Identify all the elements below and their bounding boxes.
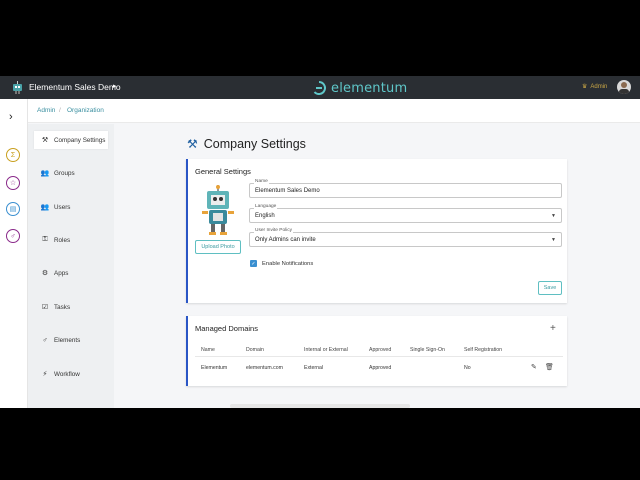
tools-icon: ⚒ bbox=[41, 137, 49, 144]
name-field[interactable]: Name Elementum Sales Demo bbox=[249, 179, 562, 198]
users-icon: 👥 bbox=[40, 204, 50, 211]
user-avatar-icon bbox=[619, 82, 629, 94]
table-cell: Elementum bbox=[201, 365, 228, 371]
breadcrumb-admin[interactable]: Admin bbox=[37, 107, 55, 114]
breadcrumb-separator: / bbox=[59, 107, 61, 114]
column-header: Single Sign-On bbox=[410, 347, 445, 353]
delete-trash-icon[interactable]: 🗑 bbox=[545, 363, 554, 371]
table-cell: No bbox=[464, 365, 471, 371]
column-header: Self Registration bbox=[464, 347, 503, 353]
elements-icon: ♂ bbox=[42, 336, 48, 344]
edit-pencil-icon[interactable]: ✎ bbox=[531, 363, 537, 371]
invite-policy-select[interactable]: User Invite Policy Only Admins can invit… bbox=[249, 228, 562, 247]
bottom-scroll-shadow bbox=[230, 404, 410, 408]
nav-item-users[interactable]: 👥 Users bbox=[34, 198, 108, 216]
language-select-label: Language bbox=[254, 204, 278, 209]
general-settings-title: General Settings bbox=[195, 167, 251, 176]
page-title-text: Company Settings bbox=[203, 137, 306, 151]
notifications-checkbox[interactable]: ✓ bbox=[250, 260, 257, 267]
nav-item-tasks[interactable]: ☑ Tasks bbox=[34, 298, 108, 316]
nav-item-roles[interactable]: ⚿ Roles bbox=[34, 231, 108, 249]
brand-logo: elementum bbox=[312, 80, 407, 96]
notifications-toggle-row: ✓ Enable Notifications bbox=[250, 260, 313, 267]
nav-item-label: Elements bbox=[54, 336, 81, 344]
nav-item-groups[interactable]: 👥 Groups bbox=[34, 164, 108, 182]
invite-policy-value: Only Admins can invite bbox=[255, 237, 316, 243]
nav-item-elements[interactable]: ♂ Elements bbox=[34, 331, 108, 349]
general-settings-card: General Settings Upload Photo Name Eleme… bbox=[186, 159, 567, 303]
left-rail: › Σ ☆ ▤ ♂ bbox=[0, 99, 28, 408]
language-select[interactable]: Language English ▼ bbox=[249, 204, 562, 223]
expand-chevron-icon[interactable]: › bbox=[9, 111, 13, 123]
app-switcher-caret-icon[interactable]: ▸ bbox=[113, 82, 117, 90]
name-field-label: Name bbox=[254, 179, 269, 184]
nav-item-label: Roles bbox=[54, 236, 71, 244]
dropdown-caret-icon: ▼ bbox=[551, 213, 556, 219]
column-header: Name bbox=[201, 347, 215, 353]
nav-item-company-settings[interactable]: ⚒ Company Settings bbox=[34, 131, 108, 149]
brand-name: elementum bbox=[331, 80, 408, 96]
upload-photo-button[interactable]: Upload Photo bbox=[195, 240, 241, 254]
nav-item-label: Apps bbox=[54, 269, 69, 277]
groups-icon: 👥 bbox=[40, 170, 50, 177]
rail-document-icon[interactable]: ▤ bbox=[6, 202, 20, 216]
column-header: Domain bbox=[246, 347, 264, 353]
rail-admin-icon[interactable]: Σ bbox=[6, 148, 20, 162]
nav-item-label: Tasks bbox=[54, 303, 71, 311]
breadcrumb-organization[interactable]: Organization bbox=[67, 107, 104, 114]
tasks-icon: ☑ bbox=[41, 304, 49, 311]
avatar[interactable] bbox=[617, 80, 631, 94]
column-header: Approved bbox=[369, 347, 392, 353]
invite-policy-label: User Invite Policy bbox=[254, 228, 294, 233]
top-bar: Elementum Sales Demo ▸ elementum ♛ Admin bbox=[0, 76, 640, 99]
managed-domains-card: Managed Domains + Name Domain Internal o… bbox=[186, 316, 567, 386]
tools-icon: ⚒ bbox=[187, 137, 198, 151]
add-domain-icon[interactable]: + bbox=[550, 323, 556, 334]
notifications-label: Enable Notifications bbox=[262, 260, 314, 267]
table-cell: elementum.com bbox=[246, 365, 283, 371]
roles-icon: ⚿ bbox=[42, 236, 48, 243]
elementum-logo-icon bbox=[313, 81, 326, 95]
nav-item-label: Groups bbox=[54, 169, 75, 177]
company-robot-logo bbox=[202, 185, 234, 235]
app-window: Elementum Sales Demo ▸ elementum ♛ Admin… bbox=[0, 76, 640, 408]
page-title: ⚒ Company Settings bbox=[187, 137, 306, 151]
nav-item-label: Workflow bbox=[54, 370, 80, 378]
rail-star-icon[interactable]: ☆ bbox=[6, 176, 20, 190]
apps-icon: ⚙ bbox=[41, 270, 49, 277]
app-robot-icon bbox=[13, 81, 22, 94]
managed-domains-title: Managed Domains bbox=[195, 324, 258, 333]
nav-item-workflow[interactable]: ⚡ Workflow bbox=[34, 365, 108, 383]
nav-item-apps[interactable]: ⚙ Apps bbox=[34, 264, 108, 282]
nav-item-label: Users bbox=[54, 203, 71, 211]
rail-element-icon[interactable]: ♂ bbox=[6, 229, 20, 243]
save-button[interactable]: Save bbox=[538, 281, 562, 295]
dropdown-caret-icon: ▼ bbox=[551, 237, 556, 243]
settings-nav: ⚒ Company Settings 👥 Groups 👥 Users ⚿ Ro… bbox=[28, 124, 114, 408]
table-cell: Approved bbox=[369, 365, 392, 371]
table-divider bbox=[195, 356, 563, 357]
column-header: Internal or External bbox=[304, 347, 348, 353]
breadcrumb: Admin / Organization bbox=[28, 99, 640, 123]
admin-label: Admin bbox=[590, 83, 608, 90]
name-field-value: Elementum Sales Demo bbox=[255, 188, 320, 194]
crown-icon: ♛ bbox=[582, 84, 588, 90]
app-name[interactable]: Elementum Sales Demo bbox=[29, 82, 121, 92]
table-cell: External bbox=[304, 365, 324, 371]
nav-item-label: Company Settings bbox=[54, 136, 106, 144]
workflow-icon: ⚡ bbox=[42, 371, 48, 378]
admin-link[interactable]: ♛ Admin bbox=[582, 83, 608, 91]
language-select-value: English bbox=[255, 213, 275, 219]
